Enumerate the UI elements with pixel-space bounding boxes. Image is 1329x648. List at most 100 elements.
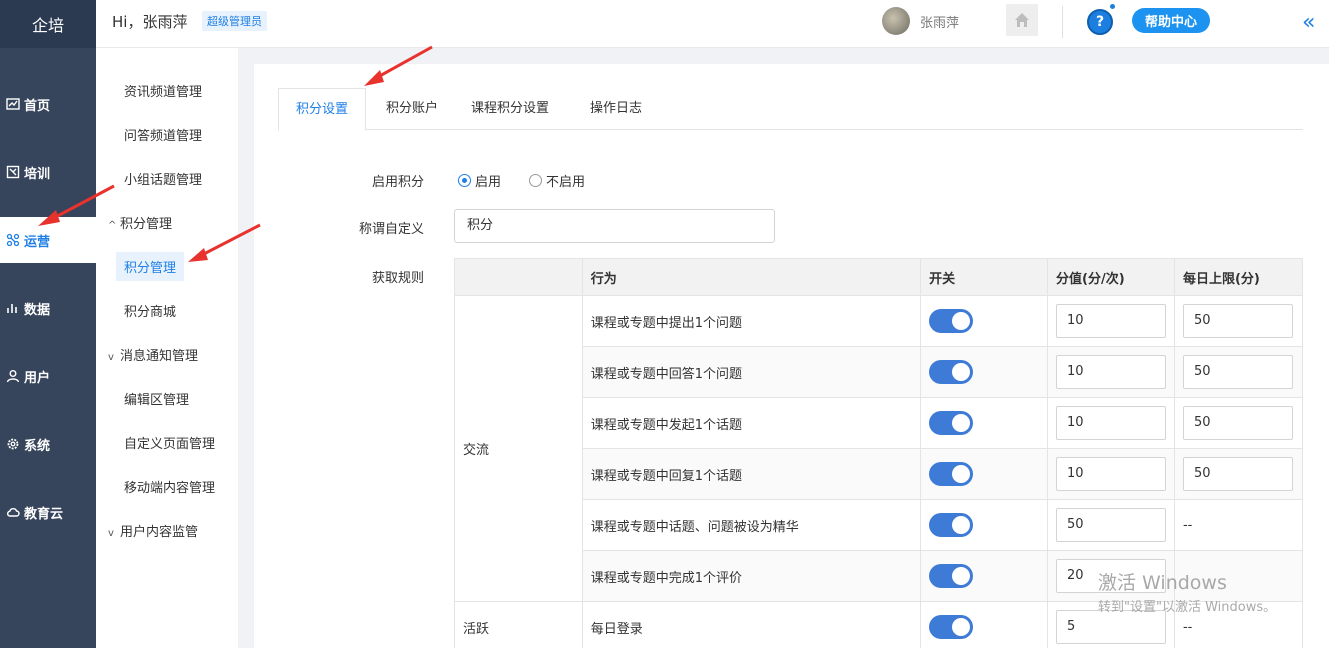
radio-label: 不启用	[546, 175, 586, 190]
toggle-knob	[952, 414, 971, 432]
name-custom-label: 称谓自定义	[358, 222, 424, 237]
rule-toggle[interactable]	[929, 309, 974, 333]
submenu-group-label: 消息通知管理	[120, 349, 199, 364]
greeting: Hi，张雨萍	[112, 13, 188, 31]
score-input[interactable]: 10	[1056, 457, 1167, 491]
limit-cell: 50	[1173, 397, 1304, 449]
action-cell: 课程或专题中话题、问题被设为精华	[581, 499, 922, 551]
limit-input[interactable]: 50	[1182, 406, 1293, 440]
submenu-news-channel[interactable]: 资讯频道管理	[124, 81, 202, 100]
submenu-mobile-content[interactable]: 移动端内容管理	[124, 477, 215, 496]
action-cell: 课程或专题中回答1个问题	[581, 346, 922, 398]
help-question-icon[interactable]: ?	[1087, 9, 1113, 35]
gear-icon	[7, 438, 19, 450]
rule-toggle[interactable]	[929, 360, 974, 384]
submenu-qa-channel[interactable]: 问答频道管理	[124, 125, 202, 144]
nav-label: 培训	[24, 166, 51, 182]
table-row: 课程或专题中回答1个问题 10 50	[455, 346, 1304, 398]
role-badge: 超级管理员	[202, 11, 267, 31]
action-cell: 课程或专题中发起1个话题	[581, 397, 922, 449]
tab-course-points[interactable]: 课程积分设置	[458, 88, 562, 130]
cloud-icon	[7, 507, 20, 517]
rules-label: 获取规则	[371, 271, 424, 286]
tab-operation-log[interactable]: 操作日志	[578, 88, 654, 130]
limit-input[interactable]: 50	[1182, 457, 1293, 491]
header-divider	[1062, 6, 1063, 38]
training-icon	[6, 165, 20, 179]
submenu-group-notify[interactable]: v 消息通知管理	[108, 345, 198, 364]
submenu-group-monitor[interactable]: v 用户内容监管	[108, 521, 198, 540]
col-header-score: 分值(分/次)	[1047, 258, 1175, 296]
radio-disable[interactable]: 不启用	[529, 171, 585, 190]
nav-item-data[interactable]: 数据	[0, 285, 96, 331]
username[interactable]: 张雨萍	[920, 12, 959, 31]
help-bubble-dot	[1110, 4, 1115, 9]
switch-cell	[920, 550, 1049, 602]
avatar[interactable]	[882, 7, 910, 35]
toggle-knob	[952, 516, 971, 534]
toggle-knob	[952, 618, 971, 636]
score-input[interactable]: 10	[1056, 406, 1167, 440]
tab-bar: 积分设置 积分账户 课程积分设置 操作日志	[278, 88, 1303, 131]
brand-logo: 企培	[0, 0, 96, 48]
group-exchange: 交流	[454, 295, 583, 602]
points-name-input[interactable]: 积分	[454, 209, 775, 243]
switch-cell	[920, 601, 1049, 648]
score-cell: 10	[1047, 295, 1175, 347]
nav-item-edu-cloud[interactable]: 教育云	[0, 489, 96, 535]
rule-toggle[interactable]	[929, 462, 974, 486]
home-button[interactable]	[1006, 4, 1038, 36]
nav-label: 系统	[24, 438, 51, 454]
toggle-knob	[952, 567, 971, 585]
submenu-custom-pages[interactable]: 自定义页面管理	[124, 433, 215, 452]
score-cell: 10	[1047, 346, 1175, 398]
submenu-edit-area[interactable]: 编辑区管理	[124, 389, 189, 408]
tab-points-account[interactable]: 积分账户	[374, 88, 450, 130]
enable-points-label: 启用积分	[371, 175, 424, 190]
score-input[interactable]: 5	[1056, 610, 1167, 644]
nav-label: 运营	[24, 234, 51, 250]
rule-toggle[interactable]	[929, 564, 974, 588]
submenu-points-mall[interactable]: 积分商城	[124, 301, 176, 320]
chevron-down-icon: v	[108, 352, 114, 363]
switch-cell	[920, 397, 1049, 449]
windows-activation-hint: 转到"设置"以激活 Windows。	[1098, 600, 1277, 615]
rule-toggle[interactable]	[929, 513, 974, 537]
nav-item-users[interactable]: 用户	[0, 353, 96, 399]
user-icon	[6, 370, 20, 383]
score-cell: 10	[1047, 448, 1175, 500]
collapse-sidebar-icon[interactable]: «	[1302, 10, 1315, 35]
limit-input[interactable]: 50	[1182, 355, 1293, 389]
limit-cell: 50	[1173, 346, 1304, 398]
col-header-switch: 开关	[920, 258, 1049, 296]
nav-label: 数据	[24, 302, 51, 318]
chevron-down-icon: v	[108, 528, 114, 539]
tab-points-settings[interactable]: 积分设置	[278, 88, 366, 131]
col-header-group	[454, 258, 583, 296]
main-panel: 积分设置 积分账户 课程积分设置 操作日志 启用积分 启用 不启用 称谓自定义 …	[254, 64, 1329, 648]
nav-item-home[interactable]: 首页	[0, 81, 96, 127]
rule-toggle[interactable]	[929, 411, 974, 435]
limit-input[interactable]: 50	[1182, 304, 1293, 338]
dashboard-icon	[6, 98, 20, 110]
score-input[interactable]: 10	[1056, 304, 1167, 338]
nav-item-system[interactable]: 系统	[0, 421, 96, 467]
toggle-knob	[952, 465, 971, 483]
score-input[interactable]: 10	[1056, 355, 1167, 389]
submenu-group-points[interactable]: ^ 积分管理	[108, 213, 172, 232]
nav-item-operations[interactable]: 运营	[0, 217, 96, 263]
rule-toggle[interactable]	[929, 615, 974, 639]
nav-label: 用户	[24, 370, 51, 386]
switch-cell	[920, 448, 1049, 500]
submenu-points-management[interactable]: 积分管理	[116, 252, 185, 281]
radio-circle	[529, 174, 542, 187]
score-input[interactable]: 50	[1056, 508, 1167, 542]
nav-item-training[interactable]: 培训	[0, 149, 96, 195]
sub-menu: 资讯频道管理 问答频道管理 小组话题管理 ^ 积分管理 积分管理 积分商城 v 消息…	[96, 48, 238, 648]
table-row: 课程或专题中话题、问题被设为精华 50 --	[455, 499, 1304, 551]
action-cell: 课程或专题中提出1个问题	[581, 295, 922, 347]
help-center-button[interactable]: 帮助中心	[1132, 8, 1210, 33]
radio-enable[interactable]: 启用	[458, 171, 501, 190]
submenu-group-topics[interactable]: 小组话题管理	[124, 169, 202, 188]
table-header-row: 行为 开关 分值(分/次) 每日上限(分)	[454, 258, 1304, 296]
